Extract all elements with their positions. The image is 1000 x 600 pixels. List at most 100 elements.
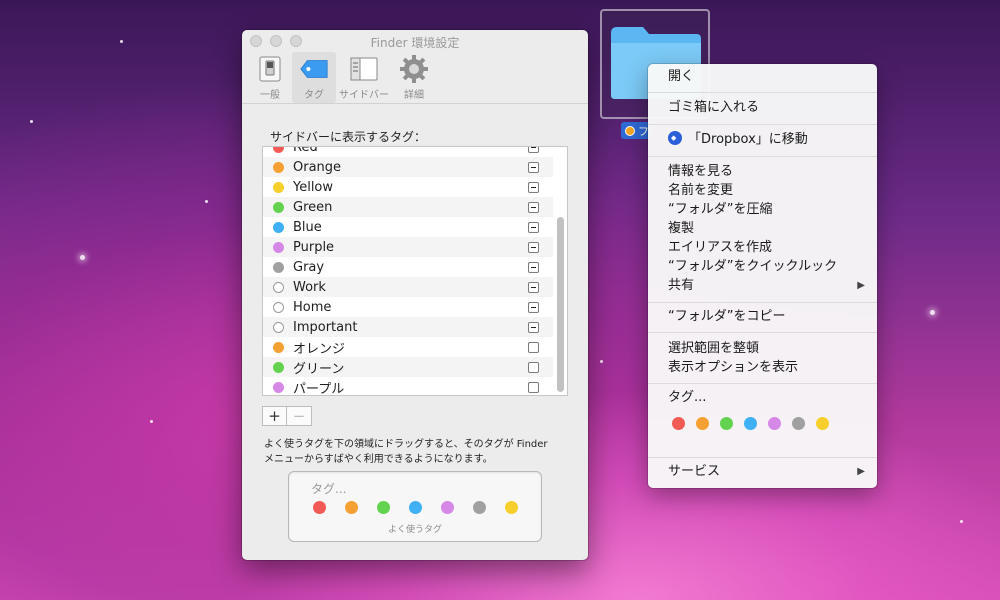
favorite-tag-dot[interactable] [441,501,454,514]
show-in-sidebar-checkbox[interactable] [528,221,539,233]
tag-name: Purple [293,239,335,255]
menu-item-compress[interactable]: “フォルダ”を圧縮 [668,200,865,219]
favorite-tags-caption: よく使うタグ [387,525,442,535]
favorite-tag-dot[interactable] [377,501,390,514]
help-text-line: よく使うタグを下の領域にドラッグすると、そのタグが Finder [264,439,548,450]
add-tag-button[interactable]: + [262,406,287,426]
favorite-tags-area[interactable]: タグ... よく使うタグ [288,471,542,542]
menu-item-quick-look[interactable]: “フォルダ”をクイックルック [668,257,865,276]
menu-item-tags[interactable]: タグ... [668,388,865,407]
tag-color-dot [273,261,284,273]
menu-item-move-to-trash[interactable]: ゴミ箱に入れる [668,98,865,117]
scrollbar-thumb[interactable] [557,217,564,392]
show-in-sidebar-checkbox[interactable] [528,201,539,213]
favorite-tag-dot[interactable] [473,501,486,514]
menu-item-open[interactable]: 開く [668,67,865,86]
tag-name: Work [293,279,326,295]
tab-sidebar-label: サイドバー [339,90,389,101]
tag-row[interactable]: Work [263,277,553,297]
tag-row[interactable]: Red [263,146,553,157]
tag-row[interactable]: Important [263,317,553,337]
menu-item-services[interactable]: サービス ▶ [668,462,865,481]
menu-item-get-info[interactable]: 情報を見る [668,162,865,181]
tag-name: Blue [293,219,322,235]
menu-item-make-alias[interactable]: エイリアスを作成 [668,238,865,257]
menu-item-duplicate[interactable]: 複製 [668,219,865,238]
tag-row[interactable]: Purple [263,237,553,257]
show-in-sidebar-checkbox[interactable] [528,321,539,333]
sidebar-icon [349,54,379,84]
menu-item-share[interactable]: 共有 ▶ [668,276,865,295]
favorite-tag-dot[interactable] [313,501,326,514]
star [930,310,935,315]
menu-separator [648,92,877,93]
menu-item-share-label: 共有 [668,278,695,293]
star [120,40,123,43]
show-in-sidebar-checkbox[interactable] [528,341,539,353]
tag-color-dot [273,381,284,393]
sidebar-tags-heading: サイドバーに表示するタグ： [270,130,427,144]
tab-advanced-label: 詳細 [404,90,424,101]
tag-color-dot [273,147,284,153]
menu-tag-color-dot[interactable] [744,417,757,430]
menu-item-clean-up-selection[interactable]: 選択範囲を整頓 [668,339,865,358]
tag-row[interactable]: パープル [263,377,553,395]
tag-row[interactable]: Blue [263,217,553,237]
menu-tag-color-dot[interactable] [720,417,733,430]
preferences-toolbar: 一般 タグ サイドバー 詳細 [242,52,588,104]
menu-tag-color-dot[interactable] [768,417,781,430]
tag-name: Green [293,199,333,215]
star [600,360,603,363]
tag-row[interactable]: オレンジ [263,337,553,357]
tag-row[interactable]: Gray [263,257,553,277]
context-menu: 開く ゴミ箱に入れる 「Dropbox」に移動 情報を見る 名前を変更 “フォル… [648,64,877,488]
menu-separator [648,156,877,157]
window-title: Finder 環境設定 [370,36,460,50]
tag-row[interactable]: Yellow [263,177,553,197]
favorite-tag-dots [313,501,537,514]
star [80,255,85,260]
switch-icon [255,54,285,84]
tag-row[interactable]: グリーン [263,357,553,377]
tag-name: グリーン [293,361,345,377]
menu-item-rename[interactable]: 名前を変更 [668,181,865,200]
show-in-sidebar-checkbox[interactable] [528,281,539,293]
show-in-sidebar-checkbox[interactable] [528,241,539,253]
tag-name: Red [293,146,318,155]
tag-row[interactable]: Orange [263,157,553,177]
tag-row[interactable]: Green [263,197,553,217]
tab-sidebar[interactable]: サイドバー [336,52,392,103]
show-in-sidebar-checkbox[interactable] [528,361,539,373]
menu-tag-color-dot[interactable] [672,417,685,430]
show-in-sidebar-checkbox[interactable] [528,301,539,313]
menu-separator [648,124,877,125]
tag-icon [299,54,329,84]
favorite-tag-dot[interactable] [409,501,422,514]
favorite-tag-dot[interactable] [345,501,358,514]
show-in-sidebar-checkbox[interactable] [528,161,539,173]
menu-tag-color-dot[interactable] [792,417,805,430]
menu-item-copy[interactable]: “フォルダ”をコピー [668,307,865,326]
show-in-sidebar-checkbox[interactable] [528,147,539,153]
star [150,420,153,423]
favorite-tag-dot[interactable] [505,501,518,514]
show-in-sidebar-checkbox[interactable] [528,181,539,193]
menu-item-move-to-dropbox[interactable]: 「Dropbox」に移動 [668,129,865,149]
tab-general[interactable]: 一般 [248,52,292,103]
tag-list[interactable]: パープル グリーン オレンジ Important Home Work Gray Purple B… [262,146,568,396]
show-in-sidebar-checkbox[interactable] [528,381,539,393]
title-bar: Finder 環境設定 [242,30,588,52]
tag-color-dot [273,241,284,253]
tag-color-dot [273,361,284,373]
star [960,520,963,523]
menu-item-show-view-options[interactable]: 表示オプションを表示 [668,358,865,377]
tag-color-dot [273,301,284,313]
tab-tags[interactable]: タグ [292,52,336,103]
tab-advanced[interactable]: 詳細 [392,52,436,103]
tag-row[interactable]: Home [263,297,553,317]
show-in-sidebar-checkbox[interactable] [528,261,539,273]
tag-name: オレンジ [293,341,346,357]
menu-tag-color-dot[interactable] [696,417,709,430]
remove-tag-button[interactable]: − [287,406,312,426]
menu-tag-color-dot[interactable] [816,417,829,430]
